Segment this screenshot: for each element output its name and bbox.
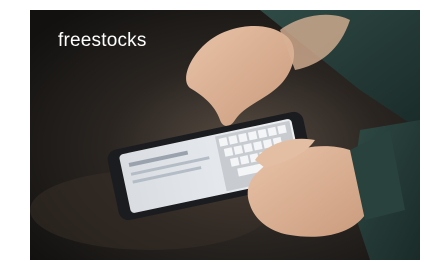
watermark-text: freestocks <box>58 30 147 51</box>
stock-photo: freestocks <box>30 10 420 260</box>
